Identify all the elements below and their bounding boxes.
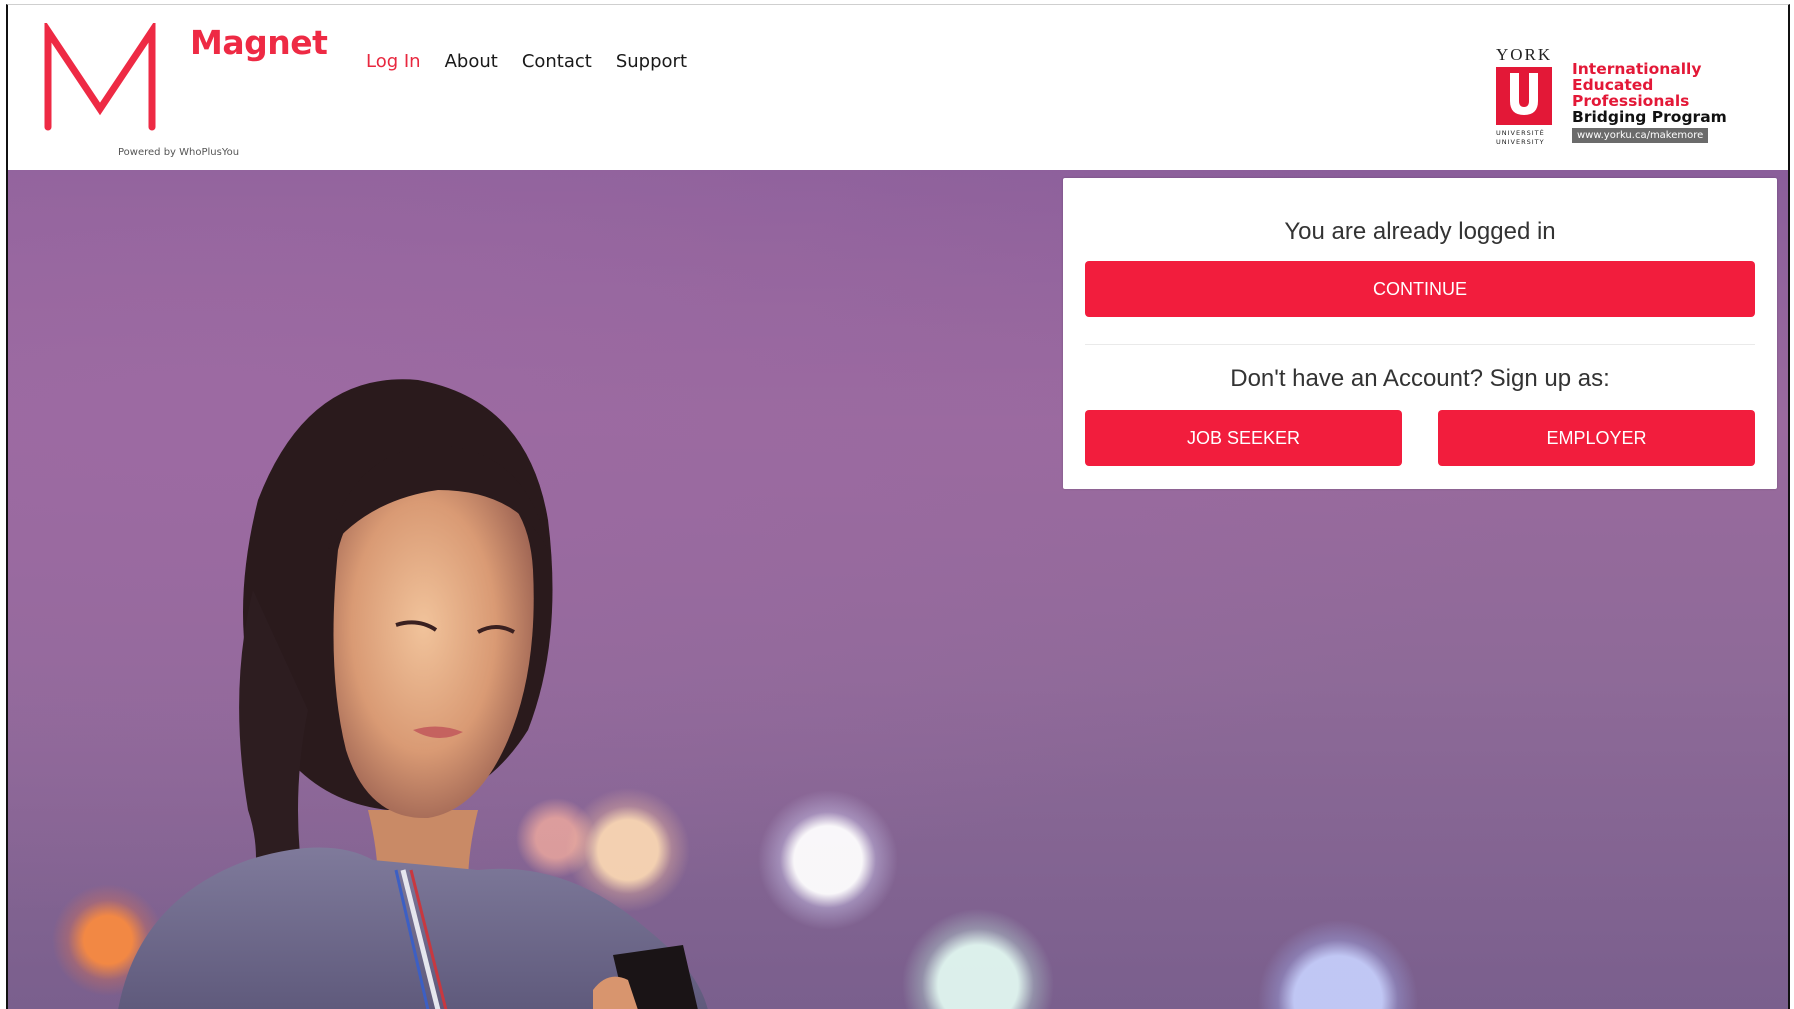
york-sub-line: UNIVERSITÉ — [1496, 129, 1545, 137]
card-divider — [1085, 344, 1755, 345]
nav-log-in[interactable]: Log In — [366, 51, 421, 72]
brand-name: Magnet — [190, 23, 328, 62]
nav-contact[interactable]: Contact — [522, 51, 592, 72]
york-u-icon — [1496, 67, 1552, 125]
login-card: You are already logged in CONTINUE Don't… — [1063, 178, 1777, 489]
powered-by-text: Powered by WhoPlusYou — [118, 147, 240, 158]
logged-in-message: You are already logged in — [1284, 218, 1556, 245]
nav-about[interactable]: About — [445, 51, 498, 72]
program-line: Internationally — [1572, 60, 1702, 78]
york-subtitle: UNIVERSITÉ UNIVERSITY — [1496, 129, 1545, 147]
main-nav: Log In About Contact Support — [366, 51, 687, 72]
bridging-program-title: Internationally Educated Professionals B… — [1572, 61, 1727, 143]
magnet-m-logo-icon — [44, 23, 156, 131]
york-partner-logo[interactable]: YORK UNIVERSITÉ UNIVERSITY International… — [1488, 43, 1728, 153]
program-line: Educated — [1572, 76, 1654, 94]
program-line: Professionals — [1572, 92, 1690, 110]
browser-viewport: Magnet Powered by WhoPlusYou Log In Abou… — [6, 4, 1790, 1009]
program-url: www.yorku.ca/makemore — [1572, 128, 1709, 143]
signup-prompt: Don't have an Account? Sign up as: — [1230, 365, 1610, 392]
magnet-logo[interactable]: Magnet Powered by WhoPlusYou — [44, 23, 328, 163]
employer-button[interactable]: EMPLOYER — [1438, 410, 1755, 466]
york-sub-line: UNIVERSITY — [1496, 138, 1545, 146]
continue-button[interactable]: CONTINUE — [1085, 261, 1755, 317]
job-seeker-button[interactable]: JOB SEEKER — [1085, 410, 1402, 466]
nav-support[interactable]: Support — [616, 51, 687, 72]
york-wordmark: YORK — [1496, 45, 1553, 64]
program-line: Bridging Program — [1572, 108, 1727, 126]
site-header: Magnet Powered by WhoPlusYou Log In Abou… — [8, 5, 1788, 170]
